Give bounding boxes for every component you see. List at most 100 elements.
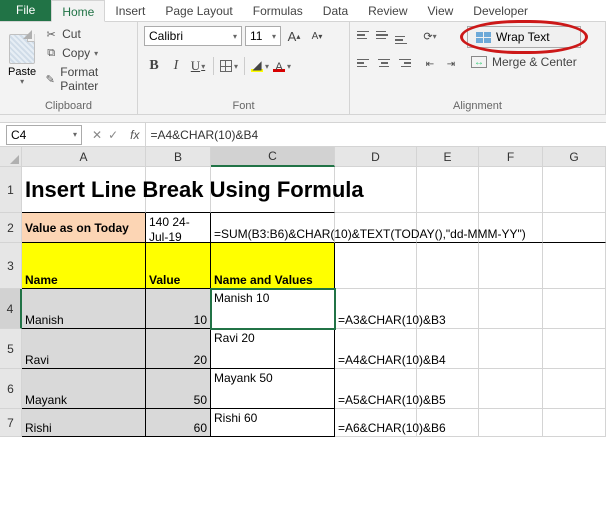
cell-b3[interactable]: Value bbox=[146, 243, 211, 289]
cell-f4[interactable] bbox=[479, 289, 543, 329]
row-header-1[interactable]: 1 bbox=[0, 167, 22, 213]
merge-center-button[interactable]: ↔ Merge & Center bbox=[467, 52, 581, 72]
col-header-e[interactable]: E bbox=[417, 147, 479, 167]
cell-d5[interactable]: =A4&CHAR(10)&B4 bbox=[335, 329, 417, 369]
align-middle-button[interactable] bbox=[375, 26, 393, 44]
cell-d4[interactable]: =A3&CHAR(10)&B3 bbox=[335, 289, 417, 329]
row-header-4[interactable]: 4 bbox=[0, 289, 22, 329]
col-header-d[interactable]: D bbox=[335, 147, 417, 167]
cell-a5[interactable]: Ravi bbox=[22, 329, 146, 369]
underline-button[interactable]: U▾ bbox=[188, 56, 208, 76]
formula-input[interactable]: =A4&CHAR(10)&B4 bbox=[145, 123, 606, 146]
cell-c3[interactable]: Name and Values bbox=[211, 243, 335, 289]
cell-d7[interactable]: =A6&CHAR(10)&B6 bbox=[335, 409, 417, 437]
select-all-corner[interactable] bbox=[0, 147, 22, 167]
col-header-g[interactable]: G bbox=[543, 147, 606, 167]
col-header-b[interactable]: B bbox=[146, 147, 211, 167]
wrap-text-label: Wrap Text bbox=[496, 30, 550, 44]
cell-g3[interactable] bbox=[543, 243, 606, 289]
decrease-indent-button[interactable]: ⇤ bbox=[420, 54, 440, 74]
tab-view[interactable]: View bbox=[418, 0, 464, 21]
tab-page-layout[interactable]: Page Layout bbox=[155, 0, 242, 21]
font-name-select[interactable]: Calibri▾ bbox=[144, 26, 242, 46]
cell-c5[interactable]: Ravi 20 bbox=[211, 329, 335, 369]
cell-d3[interactable] bbox=[335, 243, 417, 289]
cell-a1[interactable]: Insert Line Break Using Formula bbox=[22, 167, 146, 213]
borders-button[interactable]: ▾ bbox=[219, 56, 239, 76]
cell-e3[interactable] bbox=[417, 243, 479, 289]
cell-e1[interactable] bbox=[417, 167, 479, 213]
font-size-select[interactable]: 11▾ bbox=[245, 26, 281, 46]
cell-f1[interactable] bbox=[479, 167, 543, 213]
row-header-5[interactable]: 5 bbox=[0, 329, 22, 369]
increase-indent-button[interactable]: ⇥ bbox=[441, 54, 461, 74]
align-top-button[interactable] bbox=[356, 26, 374, 44]
enter-formula-button[interactable]: ✓ bbox=[108, 128, 118, 142]
row-header-2[interactable]: 2 bbox=[0, 213, 22, 243]
decrease-font-button[interactable]: A▾ bbox=[307, 26, 327, 46]
cell-g7[interactable] bbox=[543, 409, 606, 437]
cell-b4[interactable]: 10 bbox=[146, 289, 211, 329]
tab-review[interactable]: Review bbox=[358, 0, 417, 21]
paste-button[interactable]: Paste ▾ bbox=[6, 26, 38, 94]
tab-data[interactable]: Data bbox=[313, 0, 358, 21]
fx-icon[interactable]: fx bbox=[124, 128, 145, 142]
orientation-button[interactable]: ⟳▾ bbox=[420, 26, 440, 46]
font-color-button[interactable]: A▾ bbox=[272, 56, 292, 76]
col-header-a[interactable]: A bbox=[22, 147, 146, 167]
cell-g5[interactable] bbox=[543, 329, 606, 369]
cell-b5[interactable]: 20 bbox=[146, 329, 211, 369]
cell-f6[interactable] bbox=[479, 369, 543, 409]
row-header-3[interactable]: 3 bbox=[0, 243, 22, 289]
paste-dropdown-icon[interactable]: ▾ bbox=[20, 77, 24, 86]
wrap-text-button[interactable]: Wrap Text bbox=[467, 26, 581, 48]
cell-f5[interactable] bbox=[479, 329, 543, 369]
row-header-7[interactable]: 7 bbox=[0, 409, 22, 437]
align-right-button[interactable] bbox=[394, 54, 412, 72]
cell-g6[interactable] bbox=[543, 369, 606, 409]
tab-insert[interactable]: Insert bbox=[105, 0, 155, 21]
cell-g4[interactable] bbox=[543, 289, 606, 329]
tab-file[interactable]: File bbox=[0, 0, 51, 21]
copy-dropdown-icon[interactable]: ▾ bbox=[94, 49, 98, 58]
cell-c7[interactable]: Rishi 60 bbox=[211, 409, 335, 437]
col-header-f[interactable]: F bbox=[479, 147, 543, 167]
format-painter-button[interactable]: ✎Format Painter bbox=[42, 64, 131, 94]
tab-home[interactable]: Home bbox=[51, 0, 105, 22]
align-bottom-button[interactable] bbox=[394, 26, 412, 44]
col-header-c[interactable]: C bbox=[211, 147, 335, 167]
cell-g2[interactable] bbox=[543, 213, 606, 243]
cell-b2[interactable]: 140 24-Jul-19 bbox=[146, 213, 211, 243]
cell-c6[interactable]: Mayank 50 bbox=[211, 369, 335, 409]
cell-d7-value: =A6&CHAR(10)&B6 bbox=[338, 421, 446, 435]
worksheet-grid[interactable]: A B C D E F G 1 Insert Line Break Using … bbox=[0, 147, 606, 437]
tab-developer[interactable]: Developer bbox=[463, 0, 538, 21]
cell-b7[interactable]: 60 bbox=[146, 409, 211, 437]
cell-a6[interactable]: Mayank bbox=[22, 369, 146, 409]
tab-formulas[interactable]: Formulas bbox=[243, 0, 313, 21]
cell-d5-value: =A4&CHAR(10)&B4 bbox=[338, 353, 446, 367]
cell-c2[interactable]: =SUM(B3:B6)&CHAR(10)&TEXT(TODAY(),"dd-MM… bbox=[211, 213, 335, 243]
align-left-button[interactable] bbox=[356, 54, 374, 72]
copy-button[interactable]: ⧉Copy ▾ bbox=[42, 45, 131, 61]
cell-c4[interactable]: Manish 10 bbox=[211, 289, 335, 329]
cell-f7[interactable] bbox=[479, 409, 543, 437]
cell-d6[interactable]: =A5&CHAR(10)&B5 bbox=[335, 369, 417, 409]
cancel-formula-button[interactable]: ✕ bbox=[92, 128, 102, 142]
cell-g1[interactable] bbox=[543, 167, 606, 213]
decrease-font-icon: A bbox=[312, 31, 319, 42]
increase-font-button[interactable]: A▴ bbox=[284, 26, 304, 46]
cell-f3[interactable] bbox=[479, 243, 543, 289]
row-header-6[interactable]: 6 bbox=[0, 369, 22, 409]
name-box[interactable]: C4▾ bbox=[6, 125, 82, 145]
italic-button[interactable]: I bbox=[166, 56, 186, 76]
cell-a4[interactable]: Manish bbox=[22, 289, 146, 329]
cell-a2[interactable]: Value as on Today bbox=[22, 213, 146, 243]
cell-a3[interactable]: Name bbox=[22, 243, 146, 289]
cell-a7[interactable]: Rishi bbox=[22, 409, 146, 437]
fill-color-button[interactable]: ◢▾ bbox=[250, 56, 270, 76]
align-center-button[interactable] bbox=[375, 54, 393, 72]
bold-button[interactable]: B bbox=[144, 56, 164, 76]
cut-button[interactable]: ✂Cut bbox=[42, 26, 131, 42]
cell-b6[interactable]: 50 bbox=[146, 369, 211, 409]
